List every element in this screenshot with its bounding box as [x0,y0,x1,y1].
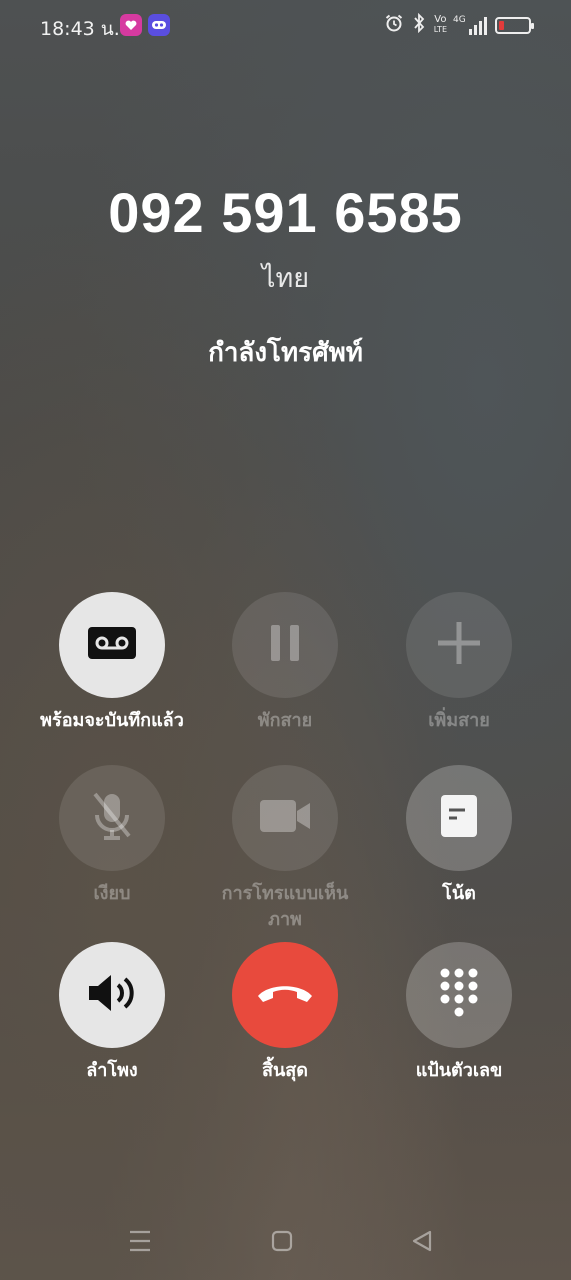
dialpad-button[interactable]: แป้นตัวเลข [379,942,539,1084]
4g-signal-icon: 4G [453,15,487,35]
speaker-label: ลำโพง [86,1060,138,1081]
note-button[interactable]: โน้ต [379,765,539,907]
record-label: พร้อมจะบันทึกแล้ว [40,710,184,731]
back-icon[interactable] [410,1228,434,1258]
mute-button[interactable]: เงียบ [32,765,192,907]
status-bar: 18:43 น. Vo LTE 4G [0,0,571,52]
speaker-circle[interactable] [59,942,165,1048]
mute-label: เงียบ [93,883,131,904]
caller-location: ไทย [261,263,310,294]
end-call-icon [255,981,315,1009]
add-call-circle[interactable] [406,592,512,698]
volte-icon: Vo LTE [433,14,447,35]
hold-button[interactable]: พักสาย [205,592,365,734]
add-call-button[interactable]: เพิ่มสาย [379,592,539,734]
speaker-button[interactable]: ลำโพง [32,942,192,1084]
alarm-icon [384,13,404,37]
video-call-label: การโทรแบบเห็นภาพ [221,883,349,930]
mute-circle[interactable] [59,765,165,871]
note-label: โน้ต [442,883,476,904]
menu-icon[interactable] [128,1228,152,1258]
app-icon [148,14,170,36]
battery-low-icon [495,16,534,34]
pause-icon [268,623,302,667]
dialpad-circle[interactable] [406,942,512,1048]
home-icon[interactable] [270,1228,294,1258]
bluetooth-icon [412,12,426,37]
video-call-button[interactable]: การโทรแบบเห็นภาพ [205,765,365,933]
end-call-button[interactable]: สิ้นสุด [205,942,365,1084]
line-icon [120,14,142,36]
record-button[interactable]: พร้อมจะบันทึกแล้ว [32,592,192,734]
dialpad-label: แป้นตัวเลข [415,1060,503,1081]
speaker-icon [87,972,137,1018]
record-icon [87,626,137,664]
note-circle[interactable] [406,765,512,871]
mute-icon [90,791,134,845]
hold-circle[interactable] [232,592,338,698]
phone-number: 092 591 6585 [108,181,463,244]
record-circle[interactable] [59,592,165,698]
add-call-label: เพิ่มสาย [428,710,490,731]
add-call-icon [436,620,482,670]
navigation-bar [0,1228,571,1262]
call-status: กำลังโทรศัพท์ [208,338,363,368]
video-call-circle[interactable] [232,765,338,871]
video-call-icon [259,799,311,837]
status-time: 18:43 น. [40,18,120,40]
dialpad-icon [439,968,479,1022]
note-icon [440,794,478,842]
end-call-circle[interactable] [232,942,338,1048]
hold-label: พักสาย [257,710,313,731]
end-call-label: สิ้นสุด [262,1060,308,1081]
